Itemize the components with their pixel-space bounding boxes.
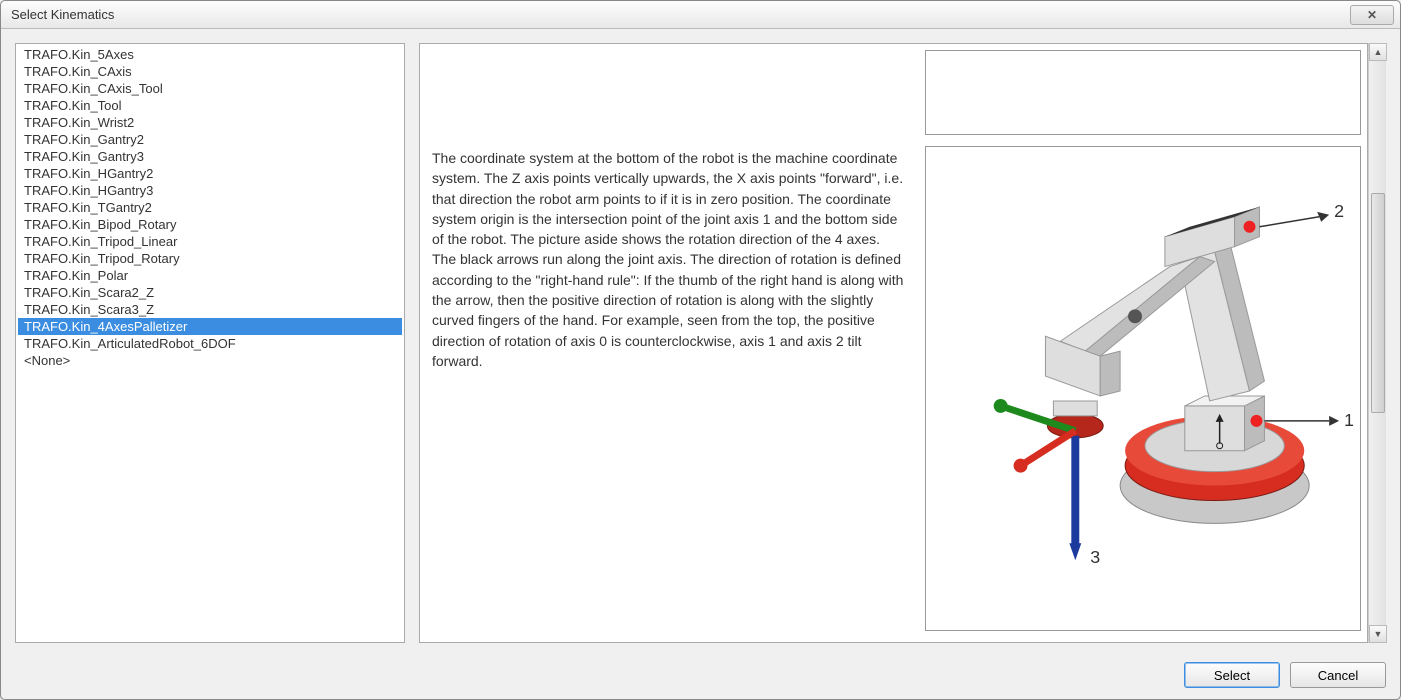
vertical-scrollbar[interactable]: ▲ ▼ [1368, 43, 1386, 643]
list-item[interactable]: <None> [18, 352, 402, 369]
list-item[interactable]: TRAFO.Kin_5Axes [18, 46, 402, 63]
detail-area: The coordinate system at the bottom of t… [419, 43, 1386, 643]
titlebar[interactable]: Select Kinematics ✕ [1, 1, 1400, 29]
dialog-window: Select Kinematics ✕ TRAFO.Kin_5AxesTRAFO… [0, 0, 1401, 700]
detail-header-box [925, 50, 1361, 135]
scroll-down-arrow-icon[interactable]: ▼ [1369, 625, 1387, 643]
description-text: The coordinate system at the bottom of t… [432, 148, 907, 371]
list-item[interactable]: TRAFO.Kin_Wrist2 [18, 114, 402, 131]
select-button-label: Select [1214, 668, 1250, 683]
list-item[interactable]: TRAFO.Kin_CAxis [18, 63, 402, 80]
content-area: TRAFO.Kin_5AxesTRAFO.Kin_CAxisTRAFO.Kin_… [1, 29, 1400, 657]
list-item[interactable]: TRAFO.Kin_ArticulatedRobot_6DOF [18, 335, 402, 352]
axis-label-2: 2 [1334, 201, 1344, 221]
cancel-button-label: Cancel [1318, 668, 1358, 683]
axis-label-3: 3 [1090, 547, 1100, 567]
scroll-thumb[interactable] [1371, 193, 1385, 413]
kinematics-image: 1 2 3 [925, 146, 1361, 631]
list-item[interactable]: TRAFO.Kin_TGantry2 [18, 199, 402, 216]
list-item[interactable]: TRAFO.Kin_Tripod_Linear [18, 233, 402, 250]
list-item[interactable]: TRAFO.Kin_Gantry2 [18, 131, 402, 148]
cancel-button[interactable]: Cancel [1290, 662, 1386, 688]
detail-frame: The coordinate system at the bottom of t… [419, 43, 1368, 643]
list-item[interactable]: TRAFO.Kin_HGantry3 [18, 182, 402, 199]
close-button[interactable]: ✕ [1350, 5, 1394, 25]
list-item[interactable]: TRAFO.Kin_CAxis_Tool [18, 80, 402, 97]
button-row: Select Cancel [1, 657, 1400, 699]
axis-label-1: 1 [1344, 410, 1354, 430]
list-item[interactable]: TRAFO.Kin_Tool [18, 97, 402, 114]
kinematics-listbox[interactable]: TRAFO.Kin_5AxesTRAFO.Kin_CAxisTRAFO.Kin_… [15, 43, 405, 643]
list-item[interactable]: TRAFO.Kin_HGantry2 [18, 165, 402, 182]
select-button[interactable]: Select [1184, 662, 1280, 688]
robot-illustration: 1 2 3 [926, 147, 1360, 630]
scroll-up-arrow-icon[interactable]: ▲ [1369, 43, 1387, 61]
list-item[interactable]: TRAFO.Kin_Bipod_Rotary [18, 216, 402, 233]
list-item[interactable]: TRAFO.Kin_Scara2_Z [18, 284, 402, 301]
list-item[interactable]: TRAFO.Kin_Polar [18, 267, 402, 284]
list-item[interactable]: TRAFO.Kin_4AxesPalletizer [18, 318, 402, 335]
list-item[interactable]: TRAFO.Kin_Tripod_Rotary [18, 250, 402, 267]
list-item[interactable]: TRAFO.Kin_Gantry3 [18, 148, 402, 165]
window-title: Select Kinematics [11, 7, 114, 22]
list-item[interactable]: TRAFO.Kin_Scara3_Z [18, 301, 402, 318]
close-icon: ✕ [1367, 8, 1377, 22]
